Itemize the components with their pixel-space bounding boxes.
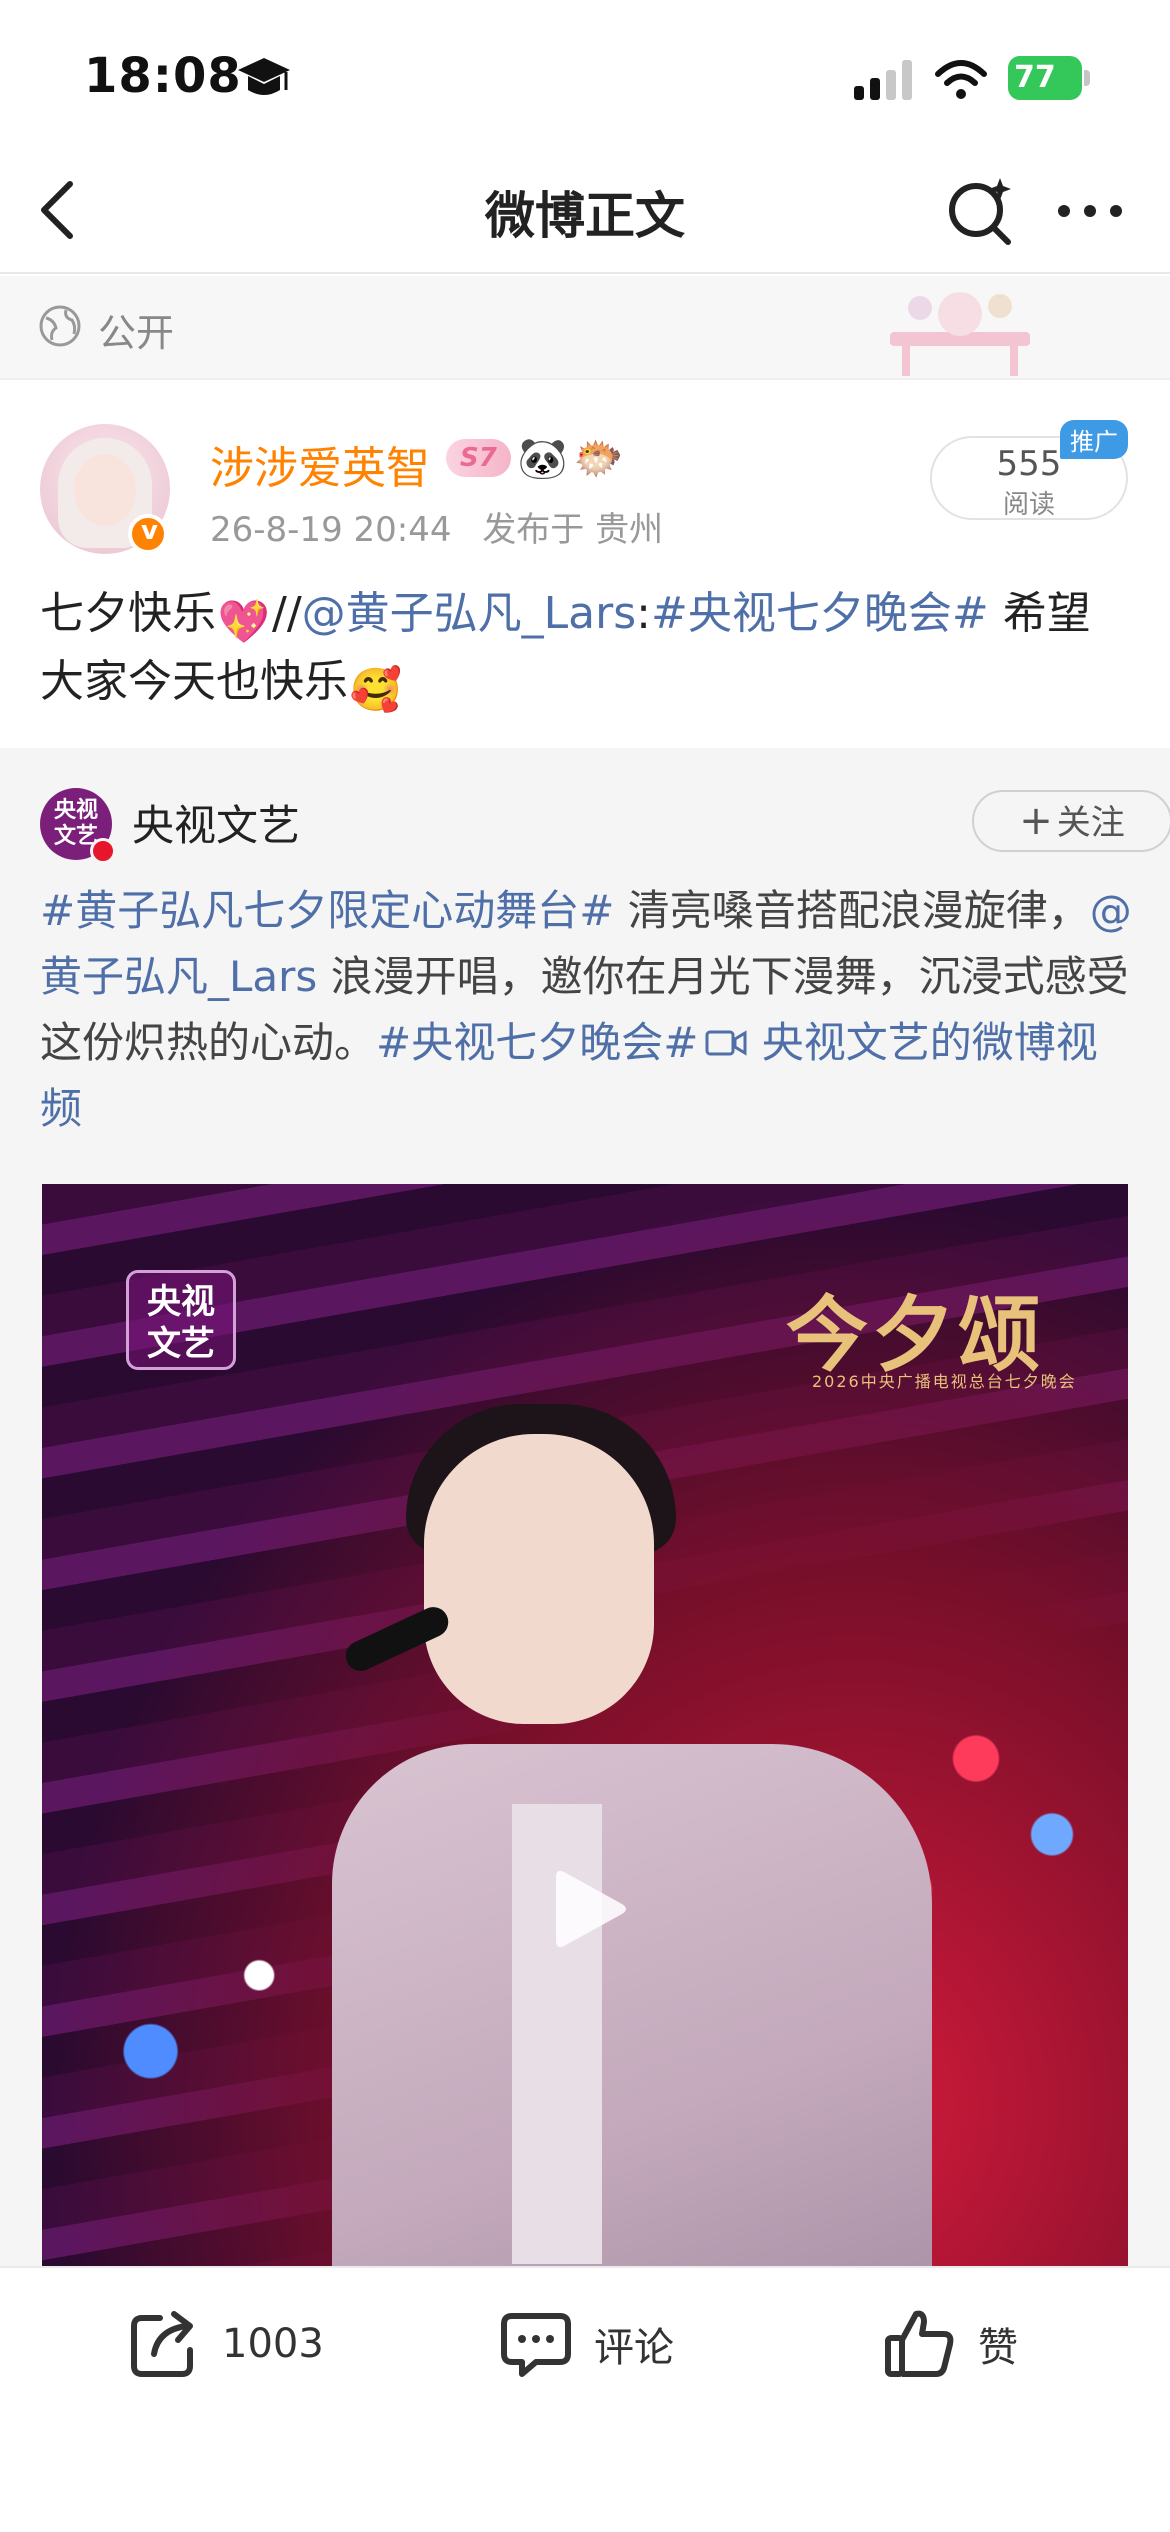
share-count: 1003: [222, 2321, 324, 2367]
panda-icon: 🐼: [517, 435, 568, 482]
video-subtitle: 2026中央广播电视总台七夕晚会: [812, 1372, 1077, 1391]
repost-text: #黄子弘凡七夕限定心动舞台# 清亮嗓音搭配浪漫旋律，@黄子弘凡_Lars 浪漫开…: [40, 878, 1135, 1142]
plus-icon: +: [1019, 798, 1053, 844]
repost-separator: //: [272, 588, 302, 639]
decoration-sticker-icon: [890, 292, 1030, 376]
visibility-row: 公开: [0, 276, 1170, 380]
wifi-icon: [935, 60, 987, 99]
read-label: 阅读: [1002, 490, 1055, 520]
hashtag-link[interactable]: #央视七夕晚会#: [651, 588, 989, 639]
share-icon: [131, 2311, 193, 2377]
heart-emoji-icon: 💖: [217, 597, 271, 646]
battery-indicator: 77: [1008, 56, 1090, 100]
colon: :: [636, 588, 651, 639]
verified-badge-icon: [128, 514, 168, 554]
post-meta: 26-8-19 20:44 发布于 贵州: [210, 502, 663, 551]
user-badges: S7 🐼 🐡: [446, 432, 624, 484]
comment-icon: [501, 2313, 571, 2377]
play-icon[interactable]: [550, 1864, 630, 1954]
comment-label: 评论: [594, 2325, 674, 2371]
singer-figure: [332, 1744, 932, 2268]
repost-text-1: 清亮嗓音搭配浪漫旋律，: [614, 886, 1090, 935]
follow-button[interactable]: + 关注: [972, 790, 1170, 852]
repost-hashtag-1[interactable]: #黄子弘凡七夕限定心动舞台#: [40, 886, 614, 935]
more-options-icon[interactable]: [1054, 186, 1126, 236]
post-location: 发布于 贵州: [482, 510, 664, 550]
post-header: 涉涉爱英智 S7 🐼 🐡 26-8-19 20:44 发布于 贵州 555 阅读…: [0, 380, 1170, 560]
like-label: 赞: [978, 2325, 1018, 2371]
singer-head: [424, 1434, 654, 1724]
repost-author-name[interactable]: 央视文艺: [132, 792, 300, 853]
fish-icon: 🐡: [573, 435, 624, 482]
battery-level: 77: [1014, 60, 1056, 95]
love-face-emoji-icon: 🥰: [349, 665, 403, 714]
repost-verified-icon: [90, 838, 116, 864]
post-text-lead: 七夕快乐: [40, 588, 216, 639]
post-text: 七夕快乐💖//@黄子弘凡_Lars:#央视七夕晚会# 希望大家今天也快乐🥰: [40, 580, 1130, 716]
cellular-signal-icon: [854, 60, 912, 100]
video-camera-icon: [705, 1030, 747, 1056]
member-level-badge[interactable]: S7: [446, 439, 511, 477]
comment-button[interactable]: 评论: [496, 2304, 674, 2384]
bottom-action-bar: 1003 评论 赞: [0, 2266, 1170, 2532]
video-player[interactable]: 央视 文艺 今夕颂 2026中央广播电视总台七夕晚会: [42, 1184, 1128, 2268]
battery-cap: [1084, 70, 1090, 86]
avatar-face: [74, 454, 136, 526]
status-bar: 18:08 77: [0, 0, 1170, 150]
repost-card[interactable]: 央视 文艺 央视文艺 + 关注 #黄子弘凡七夕限定心动舞台# 清亮嗓音搭配浪漫旋律…: [0, 748, 1170, 2268]
nav-bar: 微博正文: [0, 150, 1170, 274]
video-channel-logo: 央视 文艺: [126, 1270, 236, 1370]
globe-icon: [39, 305, 81, 347]
status-time: 18:08: [84, 48, 242, 104]
username[interactable]: 涉涉爱英智: [210, 432, 430, 496]
search-sparkle-icon[interactable]: [944, 174, 1016, 246]
thumbs-up-icon: [885, 2310, 954, 2377]
promo-tag[interactable]: 推广: [1060, 420, 1128, 459]
repost-hashtag-2[interactable]: #央视七夕晚会#: [376, 1018, 698, 1067]
mention-link[interactable]: @黄子弘凡_Lars: [302, 588, 637, 639]
visibility-label: 公开: [98, 311, 175, 355]
post-timestamp: 26-8-19 20:44: [210, 510, 452, 550]
like-button[interactable]: 赞: [880, 2304, 1018, 2384]
follow-label: 关注: [1056, 803, 1125, 843]
share-button[interactable]: 1003: [124, 2304, 324, 2384]
graduation-cap-icon: [238, 58, 290, 95]
